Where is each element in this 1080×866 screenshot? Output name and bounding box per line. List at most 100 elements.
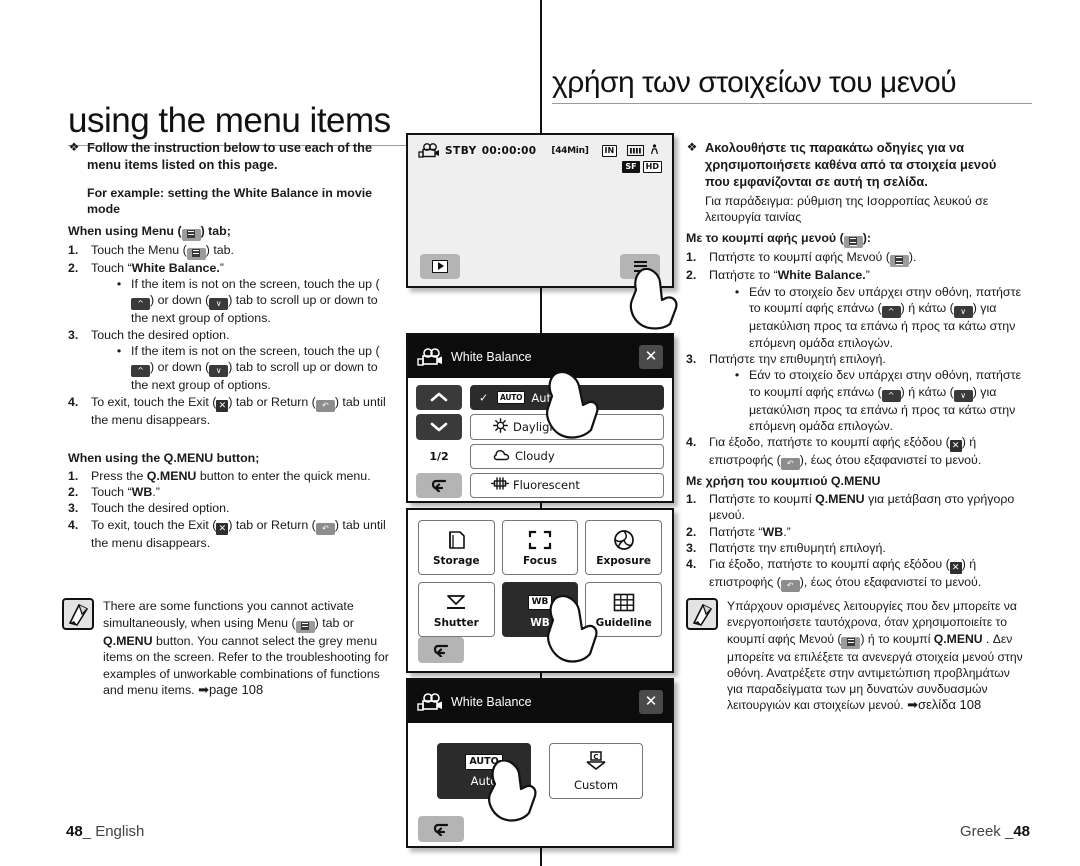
step-text-pre: Touch “	[91, 484, 132, 499]
list-item: 3. Touch the desired option.	[68, 500, 398, 516]
sub-bullet-part1: If the item is not on the screen, touch …	[131, 276, 380, 291]
wb-option-daylight[interactable]: Daylight	[470, 414, 664, 440]
white-balance-option-row: AUTO Auto C Custom	[408, 723, 672, 799]
step-text-post: button to enter the quick menu.	[196, 468, 371, 483]
movie-camera-icon	[417, 692, 443, 711]
note-part2: ) ή το κουμπί	[860, 631, 934, 646]
step-text: Πατήστε “WB.”	[709, 524, 1024, 540]
wb-option-custom[interactable]: C Custom	[549, 743, 643, 799]
step-number	[68, 276, 85, 327]
remaining-time: [44Min]	[551, 145, 589, 156]
bullet-marker-icon: ❖	[68, 140, 80, 154]
return-button[interactable]	[418, 816, 464, 842]
qmenu-cell-wb[interactable]: WB WB	[501, 582, 579, 637]
qmenu-cell-guideline[interactable]: Guideline	[585, 582, 662, 637]
white-balance-options-body: AUTO Auto C Custom	[408, 723, 672, 850]
scroll-down-button[interactable]	[416, 414, 462, 440]
resolution-badge: HD	[642, 161, 662, 173]
menu-section-title-post: ) tab;	[200, 223, 231, 238]
step-text-pre: Πατήστε το κουμπί	[709, 491, 816, 506]
step-number: 3.	[68, 327, 79, 342]
list-item: 3. Touch the desired option.	[68, 327, 398, 343]
qmenu-section-title-english: When using the Q.MENU button;	[68, 451, 260, 466]
note-text-greek: Υπάρχουν ορισμένες λειτουργίες που δεν μ…	[727, 598, 1026, 714]
note-part2: ) tab or	[314, 615, 354, 630]
wb-option-auto[interactable]: AUTO Auto	[437, 743, 531, 799]
sun-icon	[493, 417, 508, 436]
lcd-title-text: White Balance	[451, 349, 532, 364]
step-number: 2.	[686, 268, 697, 283]
wb-option-label: Cloudy	[515, 449, 555, 464]
sub-bullet-text: Εάν το στοιχείο δεν υπάρχει στην οθόνη, …	[749, 367, 1024, 434]
intro-bullet-text: Follow the instruction below to use each…	[87, 140, 373, 172]
lcd-recording-standby-screen: STBY 00:00:00 [44Min] IN SF HD	[406, 133, 674, 288]
menu-steps-greek: 1. Πατήστε το κουμπί αφής Μενού (). 2. Π…	[686, 249, 1024, 471]
qmenu-cell-label: Exposure	[596, 555, 651, 567]
note-pencil-icon	[62, 598, 94, 630]
menu-tab-button[interactable]	[620, 253, 660, 279]
wb-option-label: Auto	[470, 774, 498, 788]
step-number	[686, 367, 703, 434]
step-text-pre: Για έξοδο, πατήστε το κουμπί αφής εξόδου…	[709, 557, 950, 572]
note-box-english: There are some functions you cannot acti…	[62, 598, 402, 699]
step-number: 4.	[68, 517, 79, 532]
wb-option-label: Custom	[573, 777, 619, 792]
qmenu-cell-storage[interactable]: Storage	[418, 520, 495, 575]
sub-bullet-scroll-greek: • Εάν το στοιχείο δεν υπάρχει στην οθόνη…	[731, 284, 1024, 351]
return-button[interactable]	[418, 637, 464, 663]
qmenu-cell-focus[interactable]: Focus	[501, 520, 579, 575]
step-text-pre: Πατήστε το “	[709, 268, 778, 283]
wb-option-label: Auto	[531, 390, 559, 405]
note-page-reference[interactable]: ➡σελίδα 108	[907, 697, 981, 712]
close-icon[interactable]: ✕	[639, 344, 663, 369]
sub-bullet-marker-icon: •	[116, 344, 122, 359]
step-text: Touch “WB.”	[91, 484, 398, 500]
grid-icon	[613, 590, 635, 614]
recording-status: STBY	[445, 144, 477, 157]
example-note-greek: Για παράδειγμα: ρύθμιση της Ισορροπίας λ…	[705, 193, 989, 225]
step-number: 4.	[686, 435, 697, 450]
wb-option-auto[interactable]: ✓ AUTO Auto	[470, 385, 664, 411]
return-button[interactable]	[416, 472, 462, 498]
step-text-post: ”	[219, 260, 224, 275]
shutter-icon	[444, 590, 468, 614]
note-pencil-icon	[686, 598, 718, 630]
note-bold: Q.MENU	[933, 631, 983, 646]
play-icon	[432, 259, 448, 273]
step-text: Για έξοδο, πατήστε το κουμπί αφής εξόδου…	[709, 434, 1024, 471]
intro-bullet-text: Ακολουθήστε τις παρακάτω οδηγίες για να …	[705, 140, 997, 189]
connector-line-1	[540, 288, 542, 333]
qmenu-cell-shutter[interactable]: Shutter	[418, 582, 495, 637]
play-tab-button[interactable]	[420, 253, 460, 279]
step-text-pre: Press the	[91, 468, 147, 483]
scroll-up-tab-icon: ^	[131, 365, 150, 378]
wb-option-fluorescent[interactable]: Fluorescent	[470, 472, 664, 498]
step-text-bold: WB	[131, 484, 153, 499]
sub-bullet-scroll-english: • If the item is not on the screen, touc…	[113, 276, 398, 327]
scroll-down-tab-icon: ∨	[209, 298, 229, 311]
step-text-post: ), έως ότου εξαφανιστεί το μενού.	[799, 453, 982, 468]
step-text: Πατήστε το κουμπί αφής Μενού ().	[709, 249, 1024, 268]
qmenu-cell-exposure[interactable]: Exposure	[585, 520, 662, 575]
step-number: 2.	[686, 524, 697, 539]
wb-option-cloudy[interactable]: Cloudy	[470, 443, 664, 469]
sub-bullet-part1: If the item is not on the screen, touch …	[131, 344, 380, 359]
footer-greek: Greek _48	[960, 823, 1030, 840]
sub-bullet-marker-icon: •	[116, 276, 122, 291]
qmenu-steps-greek: 1. Πατήστε το κουμπί Q.MENU για μετάβαση…	[686, 491, 1024, 593]
signal-icon	[650, 143, 659, 158]
footer-underscore: _	[82, 823, 96, 840]
close-icon[interactable]: ✕	[639, 689, 663, 714]
auto-chip-icon: AUTO	[465, 754, 503, 770]
step-text: To exit, touch the Exit (✕) tab or Retur…	[91, 517, 398, 551]
list-item: 3. Πατήστε την επιθυμητή επιλογή.	[686, 351, 1024, 367]
menu-tab-icon	[186, 247, 206, 260]
note-page-reference[interactable]: ➡page 108	[198, 682, 263, 697]
quality-badge: SF	[622, 161, 640, 173]
scroll-up-button[interactable]	[416, 385, 462, 411]
sub-bullet-scroll-greek-2: • Εάν το στοιχείο δεν υπάρχει στην οθόνη…	[731, 367, 1024, 434]
focus-brackets-icon	[528, 528, 552, 552]
step-number: 3.	[68, 501, 79, 516]
step-number: 1.	[686, 491, 697, 506]
step-text-post: .”	[783, 524, 791, 539]
